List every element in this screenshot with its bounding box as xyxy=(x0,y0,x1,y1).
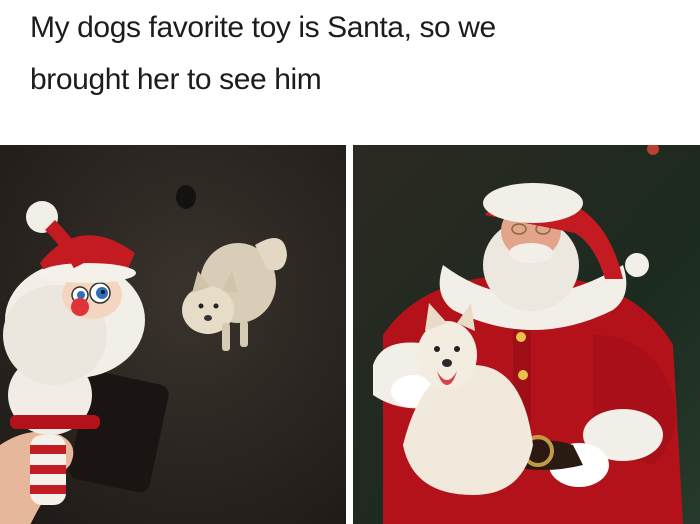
toy-scene-illustration xyxy=(0,145,346,524)
hat-pompom xyxy=(625,253,649,277)
santa-scene-illustration xyxy=(353,145,700,524)
caption-line-1: My dogs favorite toy is Santa, so we xyxy=(30,11,496,44)
photo-dog-with-santa xyxy=(353,145,700,524)
hat-fur xyxy=(483,183,583,223)
caption-line-2: brought her to see him xyxy=(30,63,322,96)
post-caption: My dogs favorite toy is Santa, so we bro… xyxy=(30,2,680,106)
floor-object xyxy=(176,185,196,209)
plush-nose xyxy=(71,298,89,316)
candy-stripe-leg xyxy=(30,435,66,505)
suit-button xyxy=(518,370,528,380)
suit-button xyxy=(516,332,526,342)
photo-toy-and-dog xyxy=(0,145,346,524)
